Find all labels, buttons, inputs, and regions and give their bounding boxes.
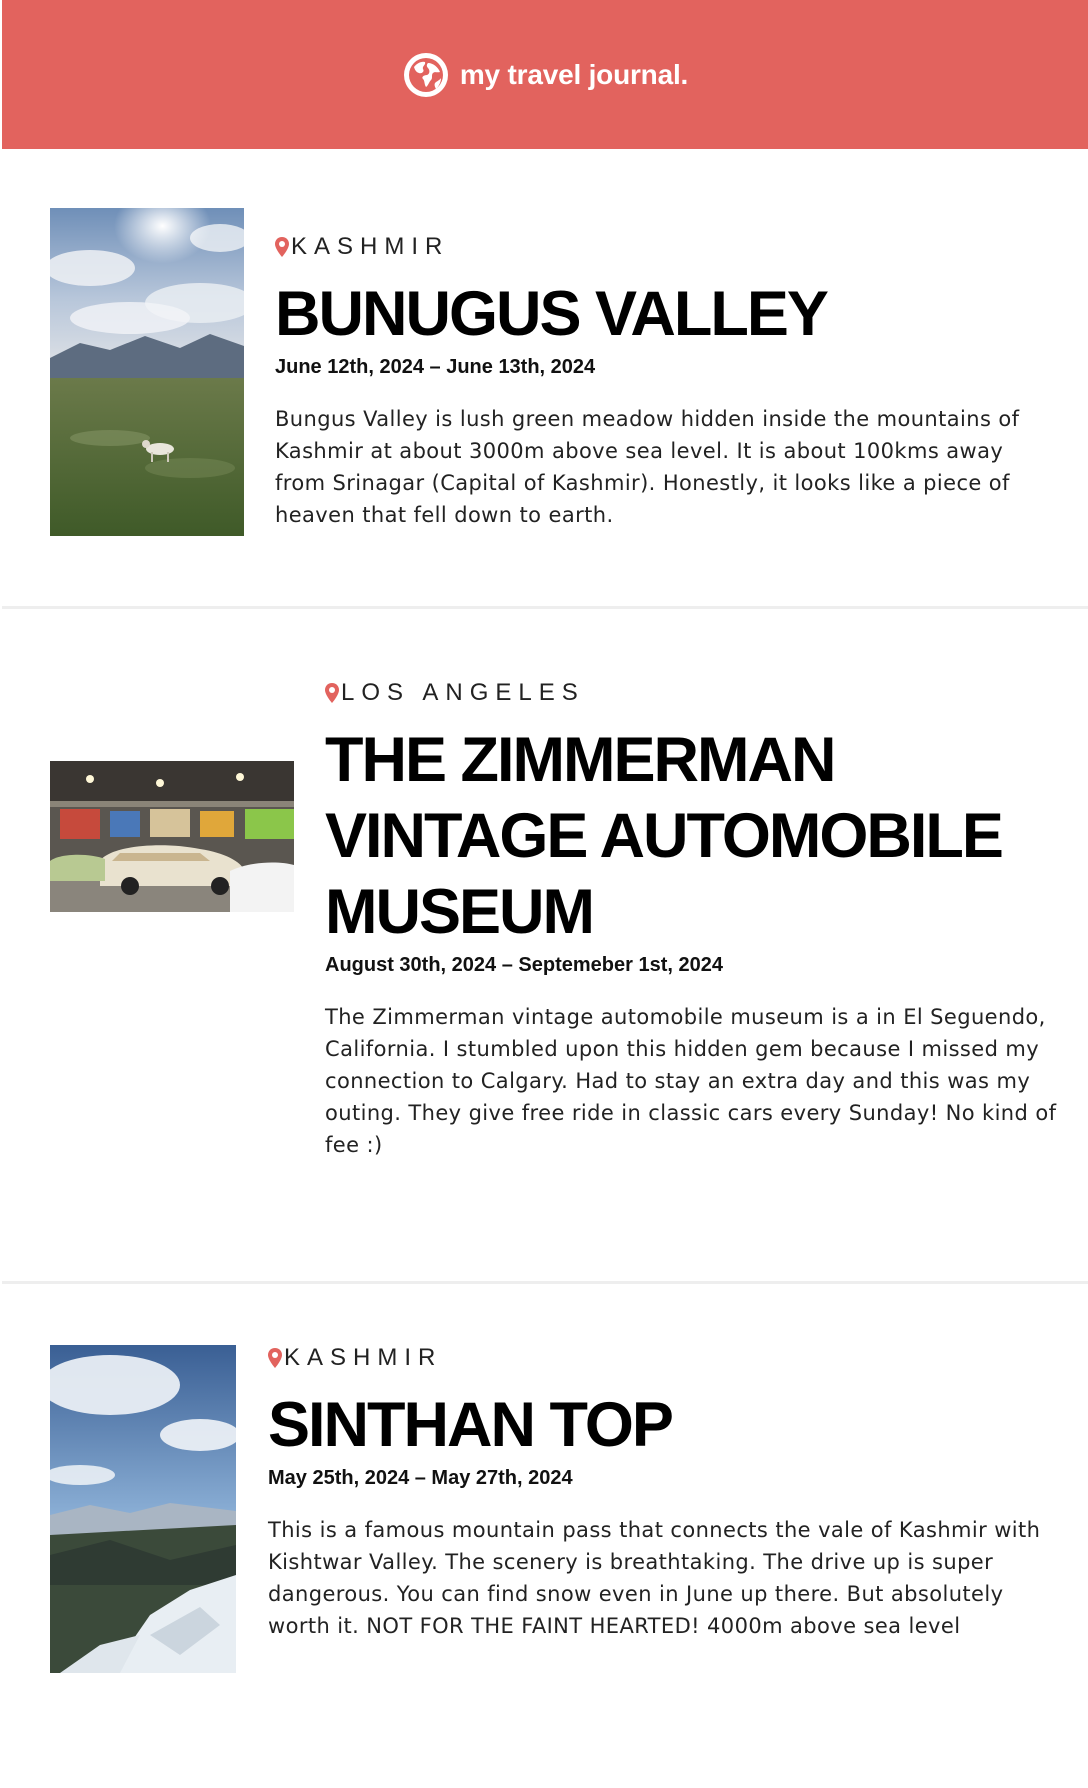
location-pin-icon (268, 1348, 282, 1368)
entry-title: SINTHAN TOP (268, 1390, 674, 1460)
journal-entry: KASHMIR BUNUGUS VALLEY June 12th, 2024 –… (2, 208, 1088, 548)
globe-icon (403, 52, 448, 97)
journal-entry: KASHMIR SINTHAN TOP May 25th, 2024 – May… (2, 1343, 1088, 1765)
location-label: LOS ANGELES (341, 679, 585, 706)
entry-title: BUNUGUS VALLEY (275, 279, 829, 349)
brand[interactable]: my travel journal. (402, 51, 688, 99)
entry-content: KASHMIR SINTHAN TOP May 25th, 2024 – May… (268, 1343, 1048, 1663)
location-pin-icon (325, 683, 339, 703)
entry-dates: June 12th, 2024 – June 13th, 2024 (275, 356, 596, 378)
entry-description: The Zimmerman vintage automobile museum … (325, 1005, 1057, 1157)
location-label: KASHMIR (284, 1344, 443, 1371)
entry-dates: May 25th, 2024 – May 27th, 2024 (268, 1467, 573, 1489)
location-label: KASHMIR (291, 233, 450, 260)
entry-location: LOS ANGELES (325, 678, 1065, 708)
entry-divider (2, 606, 1088, 609)
entry-content: KASHMIR BUNUGUS VALLEY June 12th, 2024 –… (275, 232, 1045, 552)
entry-dates: August 30th, 2024 – Septemeber 1st, 2024 (325, 954, 723, 976)
site-header: my travel journal. (2, 0, 1088, 149)
entry-content: LOS ANGELES THE ZIMMERMAN VINTAGE AUTOMO… (325, 678, 1065, 1182)
entry-photo-zimmerman-museum (50, 761, 294, 912)
entry-divider (2, 1281, 1088, 1284)
entry-title: THE ZIMMERMAN VINTAGE AUTOMOBILE MUSEUM (325, 725, 1004, 947)
entry-description: Bungus Valley is lush green meadow hidde… (275, 407, 1020, 527)
location-pin-icon (275, 237, 289, 257)
entry-photo-sinthan-top (50, 1345, 236, 1673)
entry-location: KASHMIR (268, 1343, 1048, 1373)
journal-entry: LOS ANGELES THE ZIMMERMAN VINTAGE AUTOMO… (2, 679, 1088, 1247)
entry-photo-bungus-valley (50, 208, 244, 536)
site-title: my travel journal. (459, 58, 689, 90)
entry-description: This is a famous mountain pass that conn… (268, 1518, 1041, 1638)
entry-location: KASHMIR (275, 232, 1045, 262)
journal-page: my travel journal. KASHMIR BUNUGUS VALLE… (2, 0, 1088, 1788)
